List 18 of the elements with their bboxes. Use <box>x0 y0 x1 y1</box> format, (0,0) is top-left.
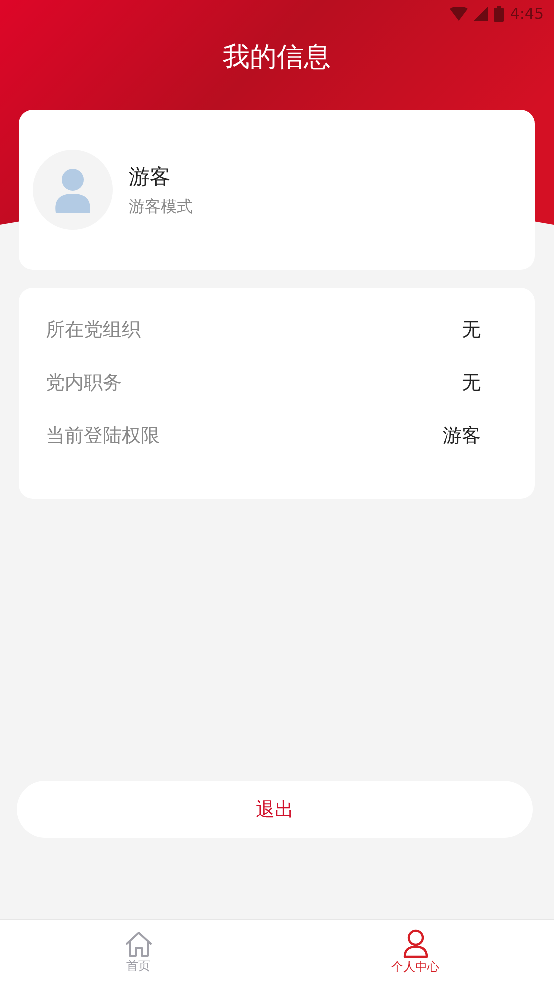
logout-button[interactable]: 退出 <box>17 781 533 838</box>
user-mode: 游客模式 <box>129 196 193 218</box>
user-name: 游客 <box>129 164 172 190</box>
tab[interactable]: 首页 <box>0 920 277 984</box>
info-label: 党内职务 <box>46 371 122 396</box>
info-label: 所在党组织 <box>46 318 141 343</box>
signal-icon <box>474 7 488 21</box>
info-value: 无 <box>462 318 481 343</box>
wifi-icon <box>450 7 468 21</box>
home-icon <box>124 930 154 958</box>
tab[interactable]: 个人中心 <box>277 920 554 984</box>
info-value: 游客 <box>443 424 481 449</box>
info-value: 无 <box>462 371 481 396</box>
info-label: 当前登陆权限 <box>46 424 160 449</box>
page-title: 我的信息 <box>223 41 331 75</box>
person-icon <box>402 928 430 958</box>
status-time: 4:45 <box>510 5 544 23</box>
battery-icon <box>494 6 504 22</box>
